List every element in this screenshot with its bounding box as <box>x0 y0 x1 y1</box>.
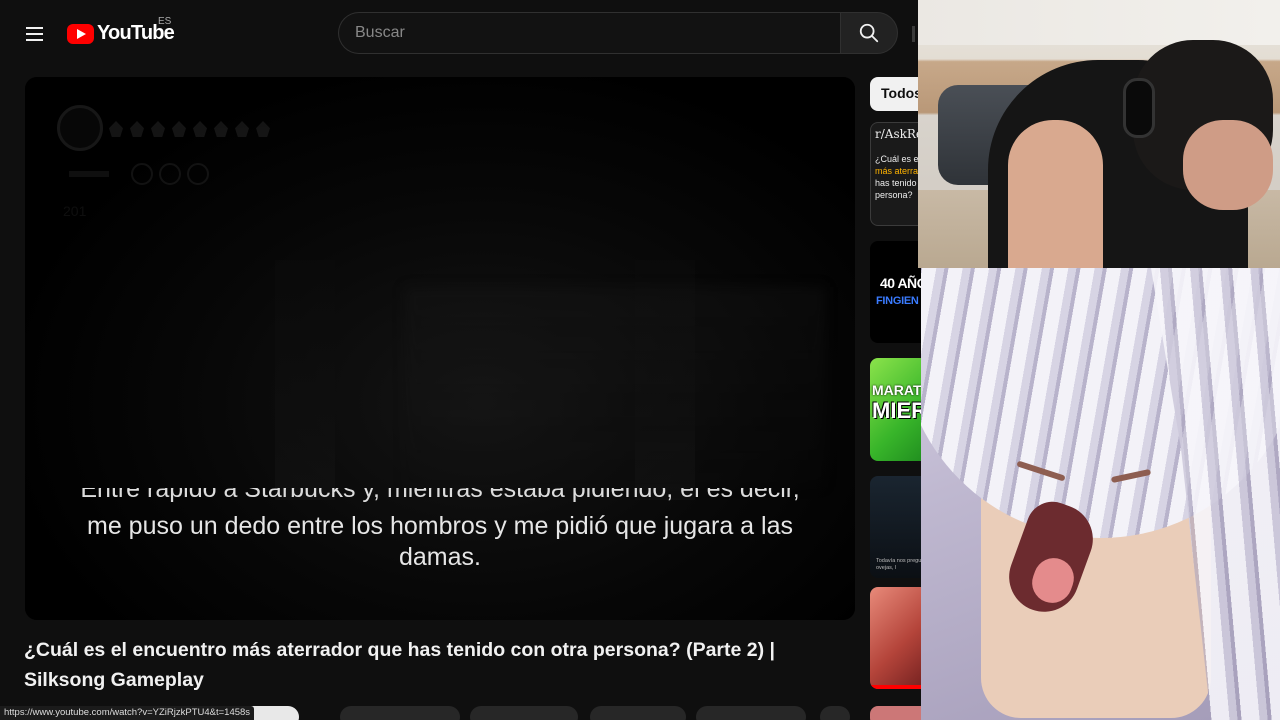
webcam-wall <box>918 0 1280 45</box>
thumb-caption: ¿Cuál es el más aterra has tenido person… <box>875 153 921 201</box>
silk-spool-icon <box>57 105 103 151</box>
subtitle: me puso un dedo entre los hombros y me p… <box>87 512 793 571</box>
mask-icon <box>172 121 186 137</box>
mask-icon <box>193 121 207 137</box>
thumb-caption-line: ovejas, l <box>876 565 897 571</box>
tool-slot-icon <box>159 163 181 185</box>
menu-line-icon <box>25 39 43 41</box>
reaction-image-overlay <box>921 268 1280 720</box>
thumb-caption-highlight: más aterra <box>875 166 919 176</box>
mask-icon <box>256 121 270 137</box>
menu-line-icon <box>25 33 43 35</box>
share-button[interactable] <box>470 706 578 720</box>
like-dislike-button[interactable] <box>340 706 460 720</box>
thumb-text: MIER <box>872 398 927 423</box>
thumb-text: 40 AÑO <box>880 275 928 291</box>
streamer-face <box>1183 120 1273 210</box>
mask-icon <box>235 121 249 137</box>
thumb-caption-line: ¿Cuál es el <box>875 154 921 164</box>
search-box <box>338 12 840 54</box>
mask-icon <box>151 121 165 137</box>
more-actions-button[interactable] <box>820 706 850 720</box>
silk-bar <box>69 171 109 177</box>
search-icon <box>859 23 879 43</box>
tool-slots <box>131 163 209 185</box>
region-code: ES <box>158 16 172 27</box>
mask-icon <box>214 121 228 137</box>
thumb-text: MARAT <box>872 382 922 398</box>
save-button[interactable] <box>590 706 686 720</box>
play-logo-icon <box>67 23 94 44</box>
status-bar-url: https://www.youtube.com/watch?v=YZiRjzkP… <box>0 706 255 720</box>
thumb-caption-line: persona? <box>875 190 913 200</box>
thumb-caption-line: has tenido <box>875 178 917 188</box>
video-title: ¿Cuál es el encuentro más aterrador que … <box>24 639 775 691</box>
tool-slot-icon <box>131 163 153 185</box>
streamer-arm <box>1008 120 1103 268</box>
mask-icon <box>130 121 144 137</box>
health-masks <box>109 121 270 137</box>
search-input[interactable] <box>339 13 840 53</box>
subtitle-cut-text: Entré rápido a Starbucks y, mientras est… <box>80 488 800 503</box>
enemy-silhouettes <box>405 287 825 487</box>
search-button[interactable] <box>840 12 898 54</box>
background-pillar <box>275 260 335 500</box>
thumb-caption-line: Todavía nos pregu <box>876 558 922 564</box>
webcam-overlay <box>918 0 1280 268</box>
mask-icon <box>109 121 123 137</box>
thumb-text: FINGIEN <box>876 295 919 307</box>
thumb-text: r/AskRe <box>875 127 924 141</box>
subtitle-line-cut: Entré rápido a Starbucks y, mientras est… <box>25 488 855 504</box>
thumb-caption: Todavía nos pregu ovejas, l <box>876 558 921 572</box>
tool-slot-icon <box>187 163 209 185</box>
hamburger-menu-button[interactable] <box>18 18 50 50</box>
menu-line-icon <box>25 27 43 29</box>
page: YouTube ES Buscar 201 Entré rápido a Sta… <box>0 0 1280 720</box>
headphones-icon <box>1123 78 1155 138</box>
masthead: YouTube ES <box>0 0 918 66</box>
voice-search-button[interactable] <box>912 26 915 42</box>
rosary-count: 201 <box>63 203 87 219</box>
video-player[interactable]: 201 Entré rápido a Starbucks y, mientras… <box>25 77 855 620</box>
download-button[interactable] <box>696 706 806 720</box>
